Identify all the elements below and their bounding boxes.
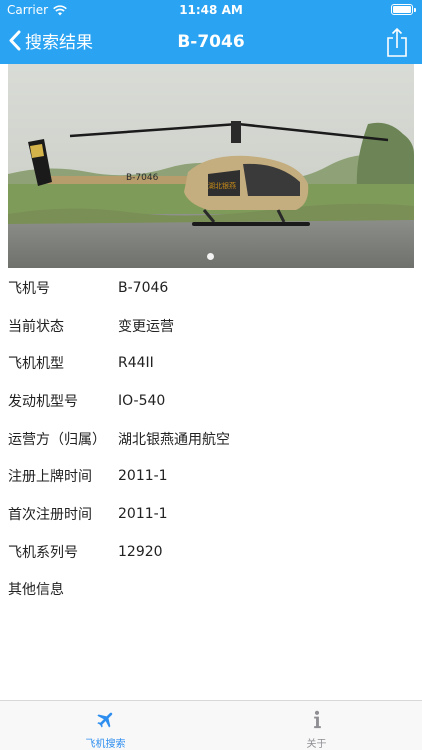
photo-tail-number: B-7046 <box>126 173 159 183</box>
aircraft-details-list: 飞机号 B-7046 当前状态 变更运营 飞机机型 R44II 发动机型号 IO… <box>8 269 414 608</box>
detail-value: R44II <box>118 355 154 372</box>
navigation-header: Carrier 11:48 AM 搜索结果 B-7046 <box>0 0 422 64</box>
detail-row-first-registration: 首次注册时间 2011-1 <box>8 495 414 533</box>
airplane-icon <box>96 712 112 728</box>
detail-row-registered-date: 注册上牌时间 2011-1 <box>8 457 414 495</box>
tab-about[interactable]: 关于 <box>211 701 422 750</box>
detail-label: 注册上牌时间 <box>8 469 92 486</box>
status-bar: Carrier 11:48 AM <box>0 0 422 22</box>
info-icon <box>313 710 321 729</box>
detail-row-engine: 发动机型号 IO-540 <box>8 382 414 420</box>
share-icon <box>387 27 407 57</box>
detail-label: 飞机机型 <box>8 356 64 373</box>
detail-value: B-7046 <box>118 279 169 296</box>
detail-row-serial-number: 飞机系列号 12920 <box>8 533 414 571</box>
battery-icon <box>391 4 416 15</box>
tab-bar: 飞机搜索 关于 <box>0 700 422 750</box>
detail-label: 当前状态 <box>8 318 64 335</box>
back-label: 搜索结果 <box>25 33 93 53</box>
detail-value: IO-540 <box>118 392 166 409</box>
detail-label: 其他信息 <box>8 582 64 599</box>
detail-row-operator: 运营方（归属） 湖北银燕通用航空 <box>8 420 414 458</box>
detail-value: 2011-1 <box>118 468 168 485</box>
detail-label: 首次注册时间 <box>8 506 92 523</box>
chevron-left-icon <box>9 30 21 51</box>
detail-value: 湖北银燕通用航空 <box>118 431 230 448</box>
page-indicator-dot[interactable] <box>207 253 214 260</box>
detail-value: 2011-1 <box>118 505 168 522</box>
detail-label: 运营方（归属） <box>8 431 106 448</box>
detail-row-registration: 飞机号 B-7046 <box>8 269 414 307</box>
detail-label: 飞机号 <box>8 280 50 297</box>
helicopter-photo: B-7046 湖北银燕 <box>8 64 414 268</box>
detail-label: 发动机型号 <box>8 393 78 410</box>
nav-bar: 搜索结果 B-7046 <box>0 22 422 64</box>
detail-label: 飞机系列号 <box>8 544 78 561</box>
tab-aircraft-search[interactable]: 飞机搜索 <box>0 701 211 750</box>
detail-value: 12920 <box>118 543 163 560</box>
share-button[interactable] <box>382 26 412 58</box>
tab-label: 关于 <box>306 739 327 750</box>
aircraft-photo: B-7046 湖北银燕 <box>8 64 414 268</box>
detail-row-other-info: 其他信息 <box>8 571 414 609</box>
detail-row-status: 当前状态 变更运营 <box>8 307 414 345</box>
back-button[interactable]: 搜索结果 <box>8 28 93 53</box>
svg-text:湖北银燕: 湖北银燕 <box>208 181 236 190</box>
detail-row-model: 飞机机型 R44II <box>8 344 414 382</box>
status-time: 11:48 AM <box>179 3 243 17</box>
detail-value: 变更运营 <box>118 318 174 335</box>
tab-label: 飞机搜索 <box>85 739 126 750</box>
